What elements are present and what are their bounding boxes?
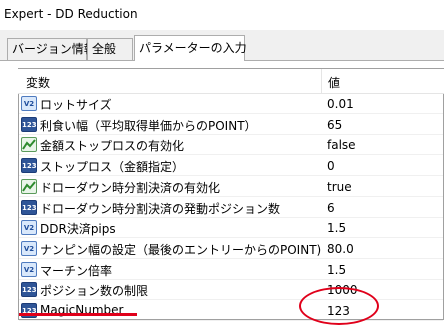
parameter-row[interactable]: V2 ナンピン幅の設定（最後のエントリーからのPOINT) 80.0 [19,239,443,259]
tab-label: バージョン情報 [12,42,96,56]
parameter-row[interactable]: ドローダウン時分割決済の有効化 true [19,177,443,197]
integer-icon: 123 [21,199,37,215]
parameter-row[interactable]: 123 ドローダウン時分割決済の発動ポジション数 6 [19,198,443,218]
parameter-name: ロットサイズ [40,98,112,112]
parameter-value[interactable]: 80.0 [327,242,354,256]
parameter-value[interactable]: true [327,180,352,194]
integer-icon: 123 [21,116,37,132]
parameter-name: 金額ストップロスの有効化 [40,139,185,154]
column-header-value[interactable]: 値 [328,74,340,91]
tab-label: パラメーターの入力 [139,41,247,55]
parameter-name: マーチン倍率 [40,263,113,278]
fraction-icon: V2 [21,220,37,236]
parameter-row[interactable]: 123 ポジション数の制限 1000 [19,280,443,301]
parameter-name: ドローダウン時分割決済の発動ポジション数 [40,201,281,216]
parameter-row[interactable]: 123 利食い幅（平均取得単価からのPOINT） 65 [19,115,443,135]
parameter-value[interactable]: 0.01 [327,97,354,111]
parameter-row[interactable]: 123 ストップロス（金額指定） 0 [19,156,443,177]
parameter-name: DDR決済pips [40,222,116,237]
boolean-icon [21,178,37,194]
annotation-underline [19,313,137,316]
tab-general[interactable]: 全般 [87,38,133,60]
parameter-value[interactable]: 65 [327,118,342,132]
parameter-name: ナンピン幅の設定（最後のエントリーからのPOINT) [40,242,322,257]
annotation-circle [299,287,379,325]
parameter-row[interactable]: V2 DDR決済pips 1.5 [19,218,443,239]
parameter-value[interactable]: 1.5 [327,263,346,277]
grid-header: 変数 値 [18,69,444,94]
title-bar: Expert - DD Reduction [0,0,444,30]
parameter-value[interactable]: false [327,138,356,152]
tab-label: 全般 [92,42,117,56]
parameter-row[interactable]: V2 マーチン倍率 1.5 [19,260,443,280]
fraction-icon: V2 [21,261,37,277]
parameter-name: ポジション数の制限 [40,284,149,299]
parameter-name: ストップロス（金額指定） [40,160,185,175]
parameter-value[interactable]: 1.5 [327,221,346,235]
integer-icon: 123 [21,282,37,298]
column-header-variable[interactable]: 変数 [26,74,50,91]
parameter-name: ドローダウン時分割決済の有効化 [40,180,221,195]
fraction-icon: V2 [21,96,37,111]
integer-icon: 123 [21,158,37,174]
tab-input-parameters[interactable]: パラメーターの入力 [134,35,247,61]
parameter-value[interactable]: 0 [327,159,335,173]
tab-version-info[interactable]: バージョン情報 [7,38,96,60]
parameter-row[interactable]: V2 ロットサイズ 0.01 [19,94,443,114]
column-divider[interactable] [321,69,322,93]
parameter-name: 利食い幅（平均取得単価からのPOINT） [40,118,257,133]
fraction-icon: V2 [21,240,37,256]
boolean-icon [21,137,37,153]
parameter-value[interactable]: 6 [327,201,335,215]
parameter-row[interactable]: 金額ストップロスの有効化 false [19,135,443,156]
parameter-row[interactable]: 123 MagicNumber 123 [19,301,443,321]
window-title: Expert - DD Reduction [4,7,138,21]
